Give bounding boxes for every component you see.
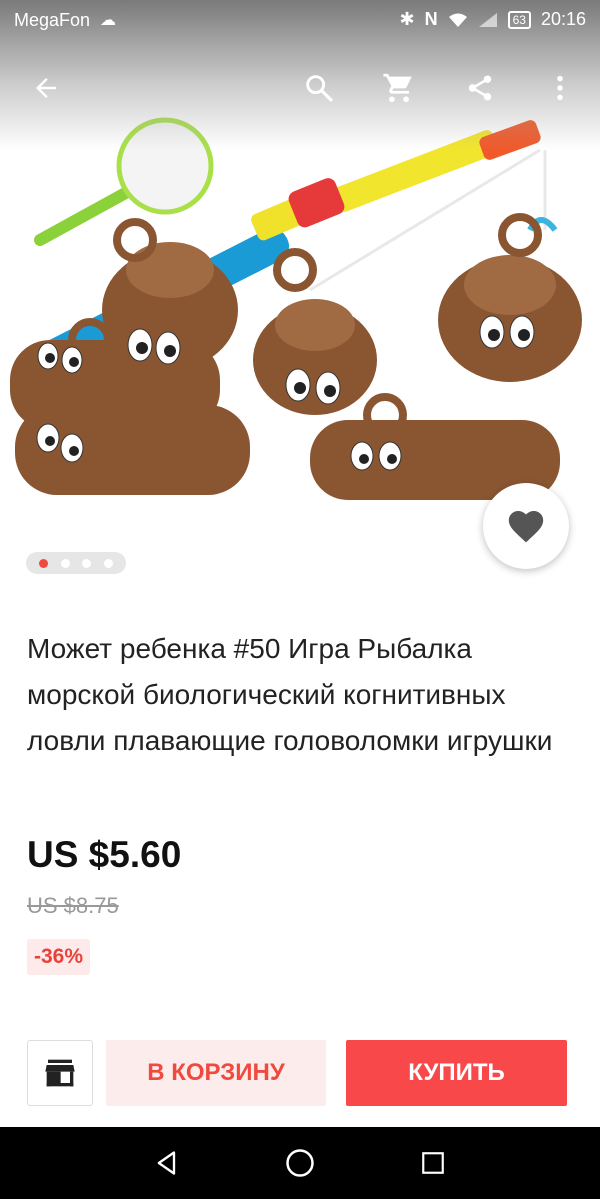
status-bar: MegaFon ☁ ✱ N 63 20:16 xyxy=(0,0,600,40)
nav-recents-icon xyxy=(422,1152,444,1174)
bottom-action-bar: В КОРЗИНУ КУПИТЬ xyxy=(0,1020,600,1126)
wifi-icon xyxy=(448,13,467,27)
cart-button[interactable] xyxy=(369,58,429,118)
share-icon xyxy=(468,75,492,101)
more-button[interactable] xyxy=(530,58,590,118)
heart-icon xyxy=(508,510,544,543)
current-price: US $5.60 xyxy=(27,834,182,875)
nav-back-button[interactable] xyxy=(137,1143,197,1183)
nav-recents-button[interactable] xyxy=(403,1143,463,1183)
page-dot-3[interactable] xyxy=(82,558,92,568)
product-title: Может ребенка #50 Игра Рыбалка морской б… xyxy=(27,633,553,756)
back-button[interactable] xyxy=(16,58,76,118)
page-dot-2[interactable] xyxy=(60,558,70,568)
nav-home-icon xyxy=(286,1149,314,1177)
buy-now-button[interactable]: КУПИТЬ xyxy=(346,1040,567,1106)
system-navigation-bar xyxy=(0,1127,600,1199)
back-arrow-icon xyxy=(36,78,56,98)
add-to-cart-button[interactable]: В КОРЗИНУ xyxy=(106,1040,326,1106)
more-vert-icon xyxy=(557,75,563,101)
cloud-icon: ☁ xyxy=(100,12,116,29)
battery-icon: 63 xyxy=(507,10,531,29)
search-button[interactable] xyxy=(289,58,349,118)
nav-back-icon xyxy=(157,1151,176,1175)
image-page-indicator xyxy=(26,552,126,574)
favorite-button[interactable] xyxy=(483,483,569,569)
nfc-icon: N xyxy=(424,9,438,29)
original-price: US $8.75 xyxy=(27,893,119,918)
clock: 20:16 xyxy=(540,9,586,29)
top-toolbar xyxy=(0,58,600,118)
page-dot-1[interactable] xyxy=(38,558,48,568)
bluetooth-icon: ✱ xyxy=(399,9,415,29)
store-button[interactable] xyxy=(27,1040,93,1106)
nav-home-button[interactable] xyxy=(270,1143,330,1183)
cart-icon xyxy=(383,73,412,103)
discount-badge: -36% xyxy=(27,939,91,975)
store-icon xyxy=(45,1059,75,1087)
carrier-name: MegaFon xyxy=(14,10,91,30)
share-button[interactable] xyxy=(450,58,510,118)
page-dot-4[interactable] xyxy=(104,558,114,568)
search-icon xyxy=(306,75,333,102)
signal-icon xyxy=(478,12,497,27)
